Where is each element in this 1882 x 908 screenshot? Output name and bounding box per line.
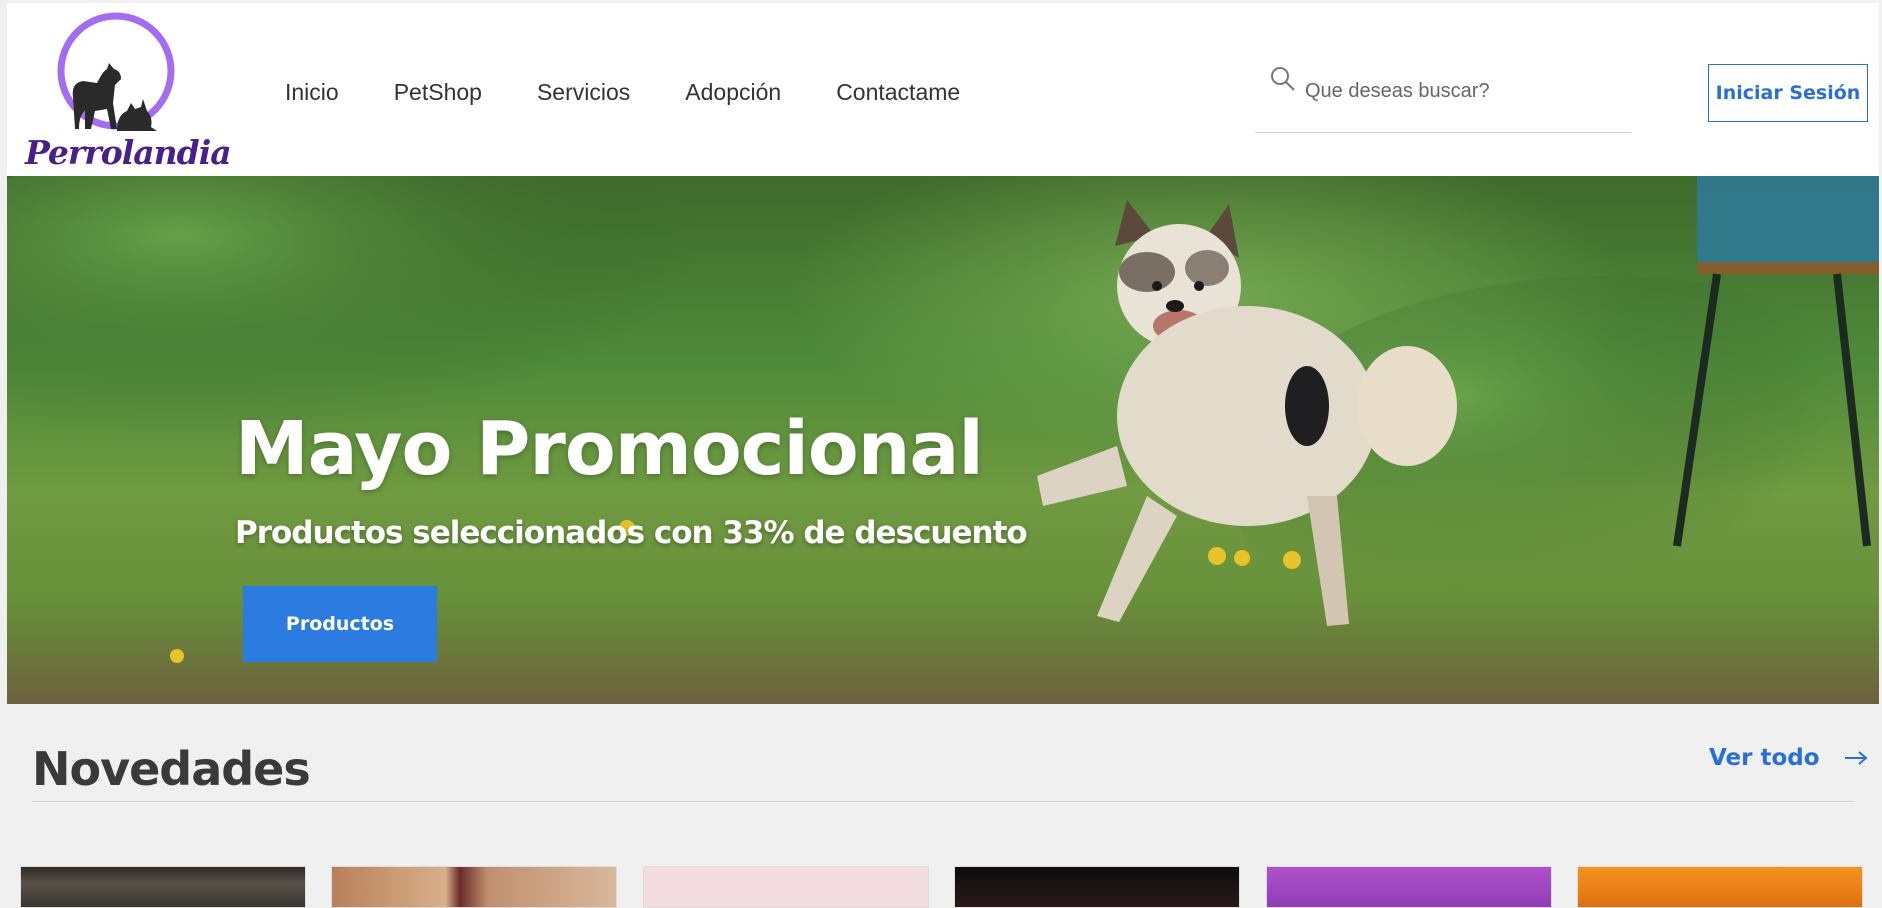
product-card[interactable]: [1266, 866, 1552, 908]
product-card[interactable]: [331, 866, 617, 908]
hero-title: Mayo Promocional: [235, 406, 984, 492]
section-title-novedades: Novedades: [32, 742, 311, 796]
product-card[interactable]: [954, 866, 1240, 908]
brand-logo[interactable]: Perrolandia: [17, 11, 232, 172]
nav-item-servicios[interactable]: Servicios: [537, 79, 630, 106]
see-all-link[interactable]: Ver todo: [1709, 745, 1868, 771]
search-icon[interactable]: [1269, 65, 1297, 93]
hero-banner: Mayo Promocional Productos seleccionados…: [7, 176, 1879, 704]
product-card-image: [1267, 867, 1551, 907]
hero-subtitle: Productos seleccionados con 33% de descu…: [235, 515, 1028, 551]
product-card-image: [955, 867, 1239, 907]
search-input[interactable]: [1305, 75, 1615, 107]
product-card[interactable]: [1577, 866, 1863, 908]
section-divider: [32, 801, 1854, 802]
nav-item-contactame[interactable]: Contactame: [836, 79, 960, 106]
product-card-image: [644, 867, 928, 907]
product-card-image: [21, 867, 305, 907]
main-nav: Inicio PetShop Servicios Adopción Contac…: [285, 79, 1015, 106]
arrow-right-icon: [1844, 751, 1868, 765]
product-card-list: [20, 866, 1870, 908]
product-card[interactable]: [643, 866, 929, 908]
login-button[interactable]: Iniciar Sesión: [1708, 64, 1868, 122]
brand-name: Perrolandia: [25, 133, 232, 172]
product-card-image: [1578, 867, 1862, 907]
products-button[interactable]: Productos: [243, 586, 437, 662]
nav-item-inicio[interactable]: Inicio: [285, 79, 339, 106]
search-bar: [1255, 57, 1631, 133]
nav-item-adopcion[interactable]: Adopción: [685, 79, 781, 106]
site-header: Perrolandia Inicio PetShop Servicios Ado…: [7, 3, 1879, 176]
product-card-image: [332, 867, 616, 907]
nav-item-petshop[interactable]: PetShop: [394, 79, 482, 106]
page: Perrolandia Inicio PetShop Servicios Ado…: [0, 0, 1882, 908]
see-all-label: Ver todo: [1709, 745, 1820, 771]
product-card[interactable]: [20, 866, 306, 908]
